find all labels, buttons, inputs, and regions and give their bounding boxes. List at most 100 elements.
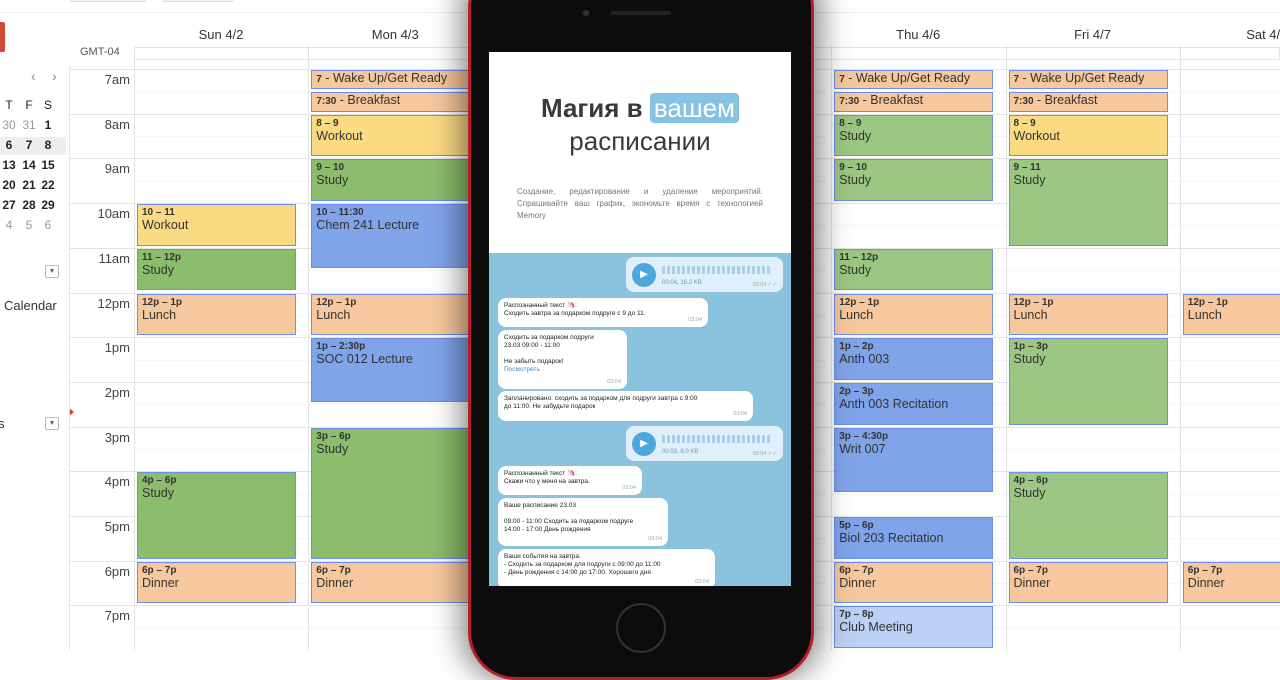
calendar-event[interactable]: 9 – 11 Study bbox=[1008, 159, 1168, 246]
calendar-event[interactable]: 7:30 - Breakfast bbox=[311, 92, 471, 112]
day-header[interactable]: Sun 4/2 bbox=[134, 27, 308, 42]
message-link[interactable]: Посмотреть bbox=[504, 366, 540, 373]
other-calendars-label[interactable]: s bbox=[0, 416, 5, 431]
calendar-event[interactable]: 12p – 1p Lunch bbox=[834, 293, 994, 336]
event-time: 12p – 1p bbox=[316, 296, 357, 308]
hour-label: 7pm bbox=[104, 608, 130, 624]
calendar-event[interactable]: 3p – 6p Study bbox=[311, 427, 471, 559]
hour-label: 3pm bbox=[104, 429, 130, 445]
dropdown-icon[interactable]: ▼ bbox=[45, 265, 59, 278]
timezone-label: GMT-04 bbox=[80, 46, 120, 58]
day-header[interactable]: Sat 4/8 bbox=[1180, 27, 1280, 42]
mini-cal-next[interactable]: › bbox=[52, 68, 57, 84]
hour-label: 8am bbox=[104, 116, 130, 132]
toolbar-button[interactable] bbox=[163, 0, 233, 2]
mini-cal-day[interactable]: 8 bbox=[38, 138, 58, 152]
mini-cal-day[interactable]: 4 bbox=[0, 218, 19, 232]
calendar-event[interactable]: 6p – 7p Dinner bbox=[137, 561, 297, 604]
calendar-event[interactable]: 10 – 11:30 Chem 241 Lecture bbox=[311, 204, 471, 269]
calendar-event[interactable]: 6p – 7p Dinner bbox=[1182, 561, 1280, 604]
calendar-event[interactable]: 8 – 9 Workout bbox=[1008, 114, 1168, 157]
calendar-event[interactable]: 11 – 12p Study bbox=[137, 248, 297, 291]
calendar-event[interactable]: 12p – 1p Lunch bbox=[1008, 293, 1168, 336]
event-title: Lunch bbox=[1187, 307, 1222, 322]
calendar-event[interactable]: 1p – 2p Anth 003 bbox=[834, 338, 994, 380]
my-calendars-label[interactable]: Calendar bbox=[4, 298, 57, 313]
event-title: Study bbox=[142, 486, 174, 501]
calendar-event[interactable]: 6p – 7p Dinner bbox=[834, 561, 994, 604]
mini-cal-day[interactable]: 28 bbox=[19, 198, 39, 212]
event-title: Study bbox=[1013, 352, 1046, 367]
play-icon[interactable]: ▶ bbox=[632, 263, 656, 287]
calendar-event[interactable]: 7:30 - Breakfast bbox=[834, 92, 994, 112]
mini-cal-prev[interactable]: ‹ bbox=[31, 68, 36, 84]
event-title: Dinner bbox=[316, 575, 354, 590]
calendar-event[interactable]: 10 – 11 Workout bbox=[137, 204, 297, 246]
mini-cal-day[interactable]: 14 bbox=[19, 158, 39, 172]
calendar-event[interactable]: 12p – 1p Lunch bbox=[1182, 293, 1280, 336]
calendar-event[interactable]: 8 – 9 Study bbox=[834, 114, 994, 157]
calendar-event[interactable]: 9 – 10 Study bbox=[311, 159, 471, 202]
calendar-event[interactable]: 11 – 12p Study bbox=[834, 248, 994, 291]
calendar-event[interactable]: 7:30 - Breakfast bbox=[1008, 92, 1168, 112]
mini-cal-day[interactable]: 1 bbox=[38, 118, 58, 132]
mini-cal-day[interactable]: 7 bbox=[19, 138, 39, 152]
calendar-event[interactable]: 3p – 4:30p Writ 007 bbox=[834, 427, 994, 492]
mini-cal-day[interactable]: 22 bbox=[38, 178, 58, 192]
day-header[interactable]: Thu 4/6 bbox=[831, 27, 1005, 42]
event-time: 11 – 12p bbox=[839, 251, 879, 263]
calendar-event[interactable]: 1p – 2:30p SOC 012 Lecture bbox=[311, 338, 471, 403]
message-time: 03:04 bbox=[607, 379, 621, 385]
calendar-event[interactable]: 7p – 8p Club Meeting bbox=[834, 606, 994, 649]
calendar-event[interactable]: 7 - Wake Up/Get Ready bbox=[1008, 70, 1168, 90]
chat-message: Ваше расписание 23.03 09:00 - 11:00 Сход… bbox=[498, 498, 668, 546]
mini-cal-day[interactable]: 30 bbox=[0, 118, 19, 132]
calendar-event[interactable]: 1p – 3p Study bbox=[1008, 338, 1168, 425]
calendar-event[interactable]: 12p – 1p Lunch bbox=[137, 293, 297, 336]
hour-label: 2pm bbox=[104, 384, 130, 400]
calendar-event[interactable]: 9 – 10 Study bbox=[834, 159, 994, 202]
event-time: 6p – 7p bbox=[316, 564, 351, 576]
message-time: 03:04 bbox=[733, 411, 747, 417]
create-button[interactable] bbox=[0, 22, 5, 52]
message-text: Сходить за подарком подруги 23.03 09:00 … bbox=[504, 334, 594, 365]
mini-cal-day[interactable]: 27 bbox=[0, 198, 19, 212]
event-time: 6p – 7p bbox=[1187, 564, 1223, 576]
mini-cal-day[interactable]: 20 bbox=[0, 178, 19, 192]
mini-cal-weekday: T bbox=[5, 98, 13, 112]
mini-cal-day[interactable]: 21 bbox=[19, 178, 39, 192]
event-title: - Wake Up/Get Ready bbox=[844, 71, 971, 85]
home-button[interactable] bbox=[616, 603, 666, 653]
calendar-event[interactable]: 6p – 7p Dinner bbox=[1008, 561, 1168, 604]
calendar-event[interactable]: 5p – 6p Biol 203 Recitation bbox=[834, 517, 994, 559]
mini-cal-day[interactable]: 31 bbox=[19, 118, 39, 132]
calendar-event[interactable]: 4p – 6p Study bbox=[137, 472, 297, 559]
mini-cal-day[interactable]: 15 bbox=[38, 158, 58, 172]
mini-cal-day[interactable]: 6 bbox=[38, 218, 58, 232]
voice-message[interactable]: ▶ 00:03, 8.0 KB 03:04 ✓✓ bbox=[626, 426, 783, 461]
toolbar-button[interactable] bbox=[70, 0, 146, 2]
mini-cal-day[interactable]: 13 bbox=[0, 158, 19, 172]
message-text: Ваше расписание 23.03 09:00 - 11:00 Сход… bbox=[504, 502, 634, 533]
calendar-event[interactable]: 2p – 3p Anth 003 Recitation bbox=[834, 382, 994, 425]
day-header[interactable]: Mon 4/3 bbox=[308, 27, 482, 42]
calendar-event[interactable]: 6p – 7p Dinner bbox=[311, 561, 471, 604]
dropdown-icon[interactable]: ▼ bbox=[45, 417, 59, 430]
mini-cal-weekday: S bbox=[43, 98, 52, 112]
calendar-event[interactable]: 4p – 6p Study bbox=[1008, 472, 1168, 559]
calendar-event[interactable]: 7 - Wake Up/Get Ready bbox=[311, 70, 471, 90]
mini-cal-day[interactable]: 5 bbox=[19, 218, 39, 232]
event-title: - Breakfast bbox=[859, 93, 924, 108]
message-text: Ваши события на завтра: - Сходить за под… bbox=[504, 553, 661, 576]
play-icon[interactable]: ▶ bbox=[632, 432, 656, 456]
calendar-event[interactable]: 12p – 1p Lunch bbox=[311, 293, 471, 336]
day-header[interactable]: Fri 4/7 bbox=[1006, 27, 1180, 42]
calendar-event[interactable]: 7 - Wake Up/Get Ready bbox=[834, 70, 994, 90]
hour-label: 11am bbox=[98, 250, 130, 266]
mini-cal-day[interactable]: 6 bbox=[0, 138, 19, 152]
event-title: Dinner bbox=[1013, 575, 1051, 590]
mini-cal-day[interactable]: 29 bbox=[38, 198, 58, 212]
voice-message[interactable]: ▶ 00:04, 16.2 KB 03:04 ✓✓ bbox=[626, 257, 783, 292]
calendar-event[interactable]: 8 – 9 Workout bbox=[311, 114, 471, 157]
waveform bbox=[662, 266, 772, 274]
